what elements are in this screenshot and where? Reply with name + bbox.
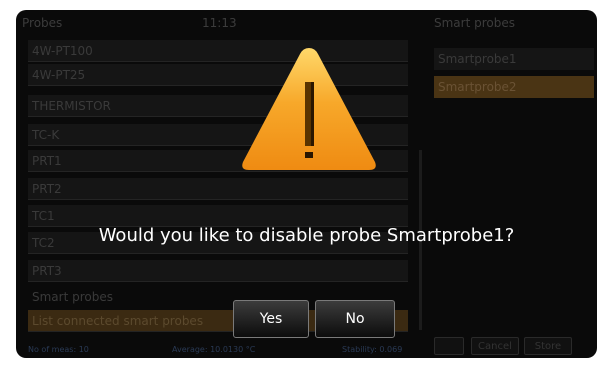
no-button[interactable]: No xyxy=(315,300,395,338)
smart-probe-item[interactable]: Smartprobe1 xyxy=(434,48,594,70)
warning-icon xyxy=(242,48,376,170)
smart-probes-label: Smart probes xyxy=(32,290,113,304)
stability-text: Stability: 0.069 xyxy=(342,345,403,354)
smart-probes-title: Smart probes xyxy=(434,16,515,30)
probes-title: Probes xyxy=(22,16,63,30)
yes-button[interactable]: Yes xyxy=(233,300,309,338)
status-bar: No of meas: 10 Average: 10.0130 °C Stabi… xyxy=(16,342,597,358)
smart-probe-item-selected[interactable]: Smartprobe2 xyxy=(434,76,594,98)
probe-item[interactable]: PRT3 xyxy=(28,260,408,282)
meas-count-text: No of meas: 10 xyxy=(28,345,89,354)
device-screen: Probes 11:13 Smart probes 4W-PT100 4W-PT… xyxy=(16,10,597,358)
probe-item[interactable]: PRT2 xyxy=(28,178,408,200)
average-text: Average: 10.0130 °C xyxy=(172,345,256,354)
probe-item[interactable]: TC1 xyxy=(28,205,408,227)
clock-time: 11:13 xyxy=(202,16,237,30)
dialog-message: Would you like to disable probe Smartpro… xyxy=(98,225,515,246)
